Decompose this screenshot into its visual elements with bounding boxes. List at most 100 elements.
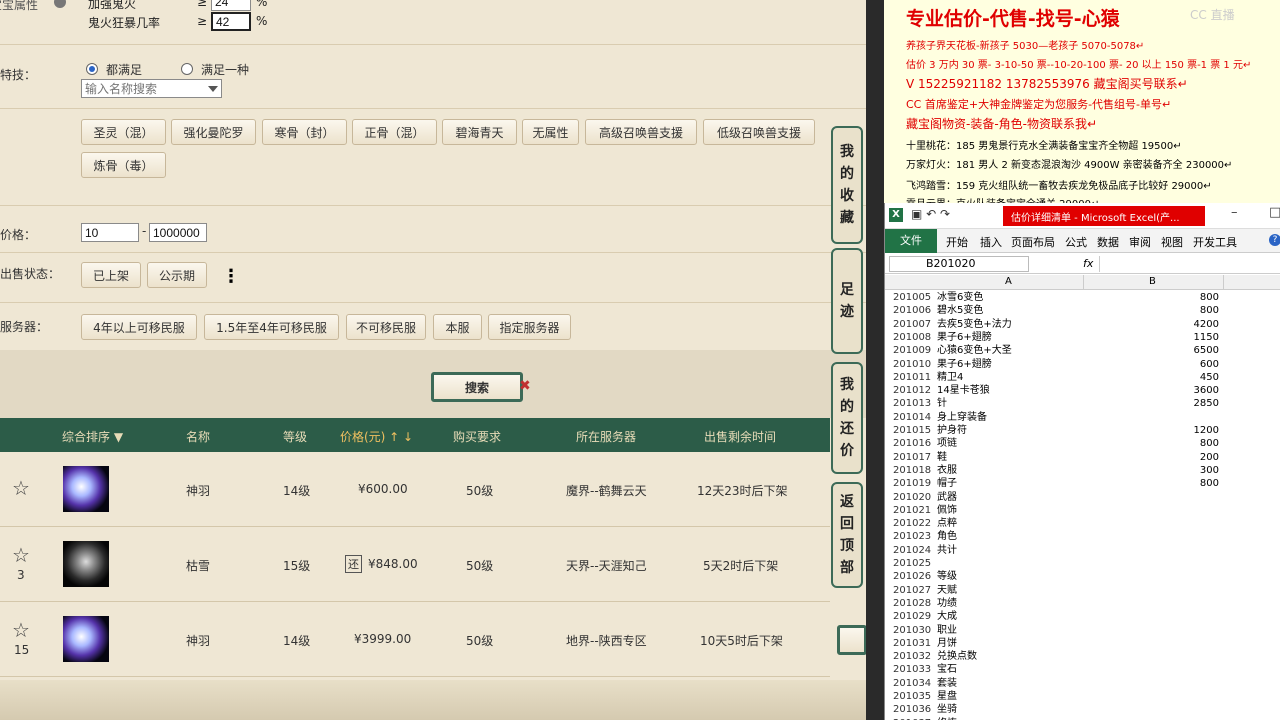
function-icon[interactable]: fx — [1083, 257, 1093, 270]
skill-button[interactable]: 强化曼陀罗 — [171, 119, 256, 145]
sheet-row[interactable]: 201009 心猿6变色+大圣 6500 — [889, 344, 1279, 357]
item-image[interactable] — [63, 541, 109, 587]
sheet-row[interactable]: 201036 坐骑 — [889, 703, 1279, 716]
view-button[interactable] — [837, 625, 866, 655]
close-icon[interactable]: ✖ — [519, 378, 531, 394]
sheet-row[interactable]: 201006 碧水5变色 800 — [889, 304, 1279, 317]
column-header-a[interactable]: A — [1005, 276, 1012, 287]
ribbon-tab[interactable]: 公式 — [1065, 234, 1087, 250]
history-tab[interactable]: 足迹 — [831, 248, 863, 354]
sheet-row[interactable]: 201016 项链 800 — [889, 437, 1279, 450]
skill-button[interactable]: 低级召唤兽支援 — [703, 119, 815, 145]
bargain-tab[interactable]: 我的还价 — [831, 362, 863, 474]
sheet-row[interactable]: 201010 果子6+翅膀 600 — [889, 358, 1279, 371]
back-to-top-tab[interactable]: 返回顶部 — [831, 482, 863, 588]
sheet-row[interactable]: 201023 角色 — [889, 530, 1279, 543]
radio-one[interactable] — [181, 63, 193, 75]
price-min-input[interactable] — [81, 223, 139, 242]
more-options-icon[interactable]: ⋮ — [222, 266, 240, 287]
skill-button[interactable]: 寒骨（封） — [262, 119, 347, 145]
star-icon[interactable]: ☆ — [12, 543, 30, 567]
sort-overall[interactable]: 综合排序 ▼ — [62, 428, 123, 445]
server-option-button[interactable]: 1.5年至4年可移民服 — [204, 314, 339, 340]
sheet-row[interactable]: 201020 武器 — [889, 491, 1279, 504]
skill-button[interactable]: 碧海青天 — [442, 119, 517, 145]
sheet-row[interactable]: 201035 星盘 — [889, 690, 1279, 703]
status-listed-button[interactable]: 已上架 — [81, 262, 141, 288]
item-name[interactable]: 枯雪 — [186, 557, 210, 574]
ribbon-tab[interactable]: 视图 — [1161, 234, 1183, 250]
ribbon-tab[interactable]: 插入 — [980, 234, 1002, 250]
quick-access-icons[interactable]: ▣ ↶ ↷ — [911, 207, 950, 221]
skill-button[interactable]: 高级召唤兽支援 — [585, 119, 697, 145]
maximize-icon[interactable]: □ — [1269, 205, 1280, 220]
sheet-row[interactable]: 201005 冰雪6变色 800 — [889, 291, 1279, 304]
sheet-row[interactable]: 201030 职业 — [889, 624, 1279, 637]
sheet-row[interactable]: 201019 帽子 800 — [889, 477, 1279, 490]
ribbon-tab[interactable]: 页面布局 — [1011, 234, 1055, 250]
sheet-row[interactable]: 201027 天赋 — [889, 584, 1279, 597]
skill-button[interactable]: 炼骨（毒） — [81, 152, 166, 178]
ribbon-tab[interactable]: 开始 — [946, 234, 968, 250]
help-icon[interactable]: ? — [1269, 234, 1280, 246]
table-row[interactable]: ☆ 神羽 14级 ¥600.00 50级 魔界--鹤舞云天 12天23时后下架 — [0, 452, 830, 527]
price-max-input[interactable] — [149, 223, 207, 242]
sheet-row[interactable]: 201025 — [889, 557, 1279, 570]
server-option-button[interactable]: 指定服务器 — [488, 314, 571, 340]
sheet-row[interactable]: 201034 套装 — [889, 677, 1279, 690]
file-tab[interactable]: 文件 — [885, 229, 937, 253]
sheet-row[interactable]: 201029 大成 — [889, 610, 1279, 623]
sheet-row[interactable]: 201014 身上穿装备 — [889, 411, 1279, 424]
row-number: 201016 — [893, 438, 932, 450]
sheet-row[interactable]: 201015 护身符 1200 — [889, 424, 1279, 437]
sheet-row[interactable]: 201033 宝石 — [889, 663, 1279, 676]
sheet-row[interactable]: 201018 衣服 300 — [889, 464, 1279, 477]
ribbon-tab[interactable]: 数据 — [1097, 234, 1119, 250]
ribbon-tab[interactable]: 审阅 — [1129, 234, 1151, 250]
sheet-row[interactable]: 201012 14星卡苍狼 3600 — [889, 384, 1279, 397]
table-row[interactable]: ☆ 3 枯雪 15级 还 ¥848.00 50级 天界--天涯知己 5天2时后下… — [0, 527, 830, 602]
row-number: 201034 — [893, 677, 932, 689]
sheet-row[interactable]: 201032 兑换点数 — [889, 650, 1279, 663]
table-row[interactable]: ☆ 15 神羽 14级 ¥3999.00 50级 地界--陕西专区 10天5时后… — [0, 602, 830, 677]
skill-button[interactable]: 圣灵（混） — [81, 119, 166, 145]
skill-button[interactable]: 无属性 — [522, 119, 579, 145]
sheet-row[interactable]: 201028 功绩 — [889, 597, 1279, 610]
search-button[interactable]: 搜索 — [431, 372, 523, 402]
sheet-row[interactable]: 201017 鞋 200 — [889, 451, 1279, 464]
sort-price[interactable]: 价格(元) ↑ ↓ — [340, 428, 413, 445]
sheet-row[interactable]: 201022 点粹 — [889, 517, 1279, 530]
sheet-row[interactable]: 201013 针 2850 — [889, 397, 1279, 410]
column-header-b[interactable]: B — [1149, 276, 1156, 287]
sheet-row[interactable]: 201026 等级 — [889, 570, 1279, 583]
skill-button[interactable]: 正骨（混） — [352, 119, 437, 145]
sheet-row[interactable]: 201007 去疾5变色+法力 4200 — [889, 318, 1279, 331]
chevron-down-icon[interactable] — [208, 86, 218, 92]
bargain-badge[interactable]: 还 — [345, 555, 362, 573]
server-option-button[interactable]: 不可移民服 — [346, 314, 426, 340]
server-option-button[interactable]: 4年以上可移民服 — [81, 314, 197, 340]
item-image[interactable] — [63, 466, 109, 512]
sheet-row[interactable]: 201008 果子6+翅膀 1150 — [889, 331, 1279, 344]
server-option-button[interactable]: 本服 — [433, 314, 482, 340]
ghostfire-input[interactable] — [211, 0, 251, 11]
sheet-row[interactable]: 201024 共计 — [889, 544, 1279, 557]
minimize-icon[interactable]: – — [1231, 205, 1238, 220]
sheet-row[interactable]: 201021 佩饰 — [889, 504, 1279, 517]
radio-all[interactable] — [86, 63, 98, 75]
item-name[interactable]: 神羽 — [186, 632, 210, 649]
name-box[interactable]: B201020 — [889, 256, 1029, 272]
sheet-row[interactable]: 201031 月饼 — [889, 637, 1279, 650]
ribbon-tab[interactable]: 开发工具 — [1193, 234, 1237, 250]
favorites-tab[interactable]: 我的收藏 — [831, 126, 863, 244]
item-image[interactable] — [63, 616, 109, 662]
skill-search-input[interactable] — [81, 79, 222, 98]
sheet-row[interactable]: 201037 修炼 — [889, 717, 1279, 720]
star-icon[interactable]: ☆ — [12, 618, 30, 642]
star-icon[interactable]: ☆ — [12, 476, 30, 500]
sheet-row[interactable]: 201011 精卫4 450 — [889, 371, 1279, 384]
item-name[interactable]: 神羽 — [186, 482, 210, 499]
formula-bar[interactable] — [1099, 256, 1279, 272]
status-public-button[interactable]: 公示期 — [147, 262, 207, 288]
crit-input[interactable] — [211, 12, 251, 31]
